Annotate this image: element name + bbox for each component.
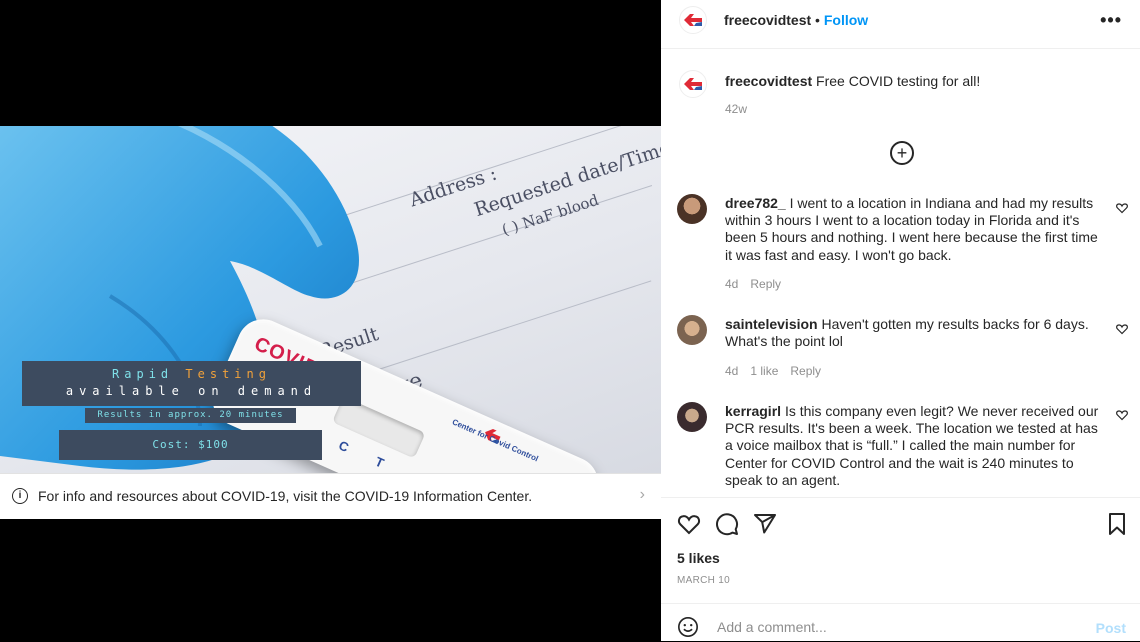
likes-count[interactable]: 5 likes xyxy=(677,550,720,566)
caption-username[interactable]: freecovidtest xyxy=(725,73,812,89)
post-header: freecovidtest • Follow ••• xyxy=(661,0,1140,49)
chevron-right-icon: › xyxy=(639,486,645,503)
comment-likes[interactable]: 1 like xyxy=(750,364,778,378)
comment-time: 4d xyxy=(725,364,739,378)
more-options-icon[interactable]: ••• xyxy=(1100,10,1122,31)
comment-input[interactable] xyxy=(715,614,1059,640)
banner-results-text: Results in approx. 20 minutes xyxy=(85,408,296,423)
caption-time: 42w xyxy=(725,102,748,116)
post-caption: freecovidtest Free COVID testing for all… xyxy=(725,72,1115,90)
bookmark-icon[interactable] xyxy=(1105,512,1129,536)
separator-dot: • xyxy=(815,12,820,28)
like-comment-icon[interactable] xyxy=(1116,202,1128,214)
commenter-avatar[interactable] xyxy=(677,194,707,224)
post-comment-button[interactable]: Post xyxy=(1096,620,1126,636)
emoji-icon[interactable] xyxy=(677,616,699,638)
comment-body: Is this company even legit? We never rec… xyxy=(725,403,1099,488)
follow-button[interactable]: Follow xyxy=(824,12,868,28)
cassette-brand: Center for Covid Control xyxy=(450,417,540,464)
reply-button[interactable]: Reply xyxy=(750,277,781,291)
covid-info-bar[interactable]: i For info and resources about COVID-19,… xyxy=(0,473,661,519)
like-comment-icon[interactable] xyxy=(1116,409,1128,421)
comment-username[interactable]: kerragirl xyxy=(725,403,781,419)
cassette-t-mark: T xyxy=(372,453,387,471)
info-icon: i xyxy=(12,488,28,504)
banner-rapid-text: Rapid xyxy=(112,367,186,381)
reply-button[interactable]: Reply xyxy=(790,364,821,378)
post-image[interactable]: Address : Requested date/Time ( ) NaF bl… xyxy=(0,126,661,473)
share-icon[interactable] xyxy=(753,512,777,536)
header-username[interactable]: freecovidtest xyxy=(724,12,811,28)
banner-cost-text: Cost: $100 xyxy=(59,430,322,460)
banner-availability-text: available on demand xyxy=(65,384,318,398)
comment-meta: 4d 1 like Reply xyxy=(725,364,833,378)
cross-logo-icon xyxy=(684,14,702,26)
comment-text: saintelevision Haven't gotten my results… xyxy=(725,316,1105,350)
rapid-testing-banner: Rapid Testing available on demand xyxy=(22,361,361,406)
comment-meta: 4d Reply xyxy=(725,277,793,291)
comment-icon[interactable] xyxy=(715,512,739,536)
add-comment-row: Post xyxy=(661,603,1140,642)
comment-username[interactable]: saintelevision xyxy=(725,316,818,332)
load-more-comments-icon[interactable]: + xyxy=(890,141,914,165)
post-media-panel: Address : Requested date/Time ( ) NaF bl… xyxy=(0,0,661,641)
account-avatar[interactable] xyxy=(679,6,707,34)
banner-testing-text: Testing xyxy=(185,367,271,381)
covid-info-text: For info and resources about COVID-19, v… xyxy=(38,488,533,504)
commenter-avatar[interactable] xyxy=(677,315,707,345)
comment-text: dree782_ I went to a location in Indiana… xyxy=(725,195,1105,264)
comment-time: 4d xyxy=(725,277,739,291)
like-comment-icon[interactable] xyxy=(1116,323,1128,335)
caption-avatar[interactable] xyxy=(679,70,707,98)
post-details-panel: freecovidtest • Follow ••• freecovidtest… xyxy=(661,0,1140,641)
like-post-icon[interactable] xyxy=(677,512,701,536)
comment-text: kerragirl Is this company even legit? We… xyxy=(725,403,1105,489)
cross-logo-icon xyxy=(684,78,702,90)
commenter-avatar[interactable] xyxy=(677,402,707,432)
cassette-c-mark: C xyxy=(336,437,352,456)
post-date: MARCH 10 xyxy=(677,575,730,586)
actions-divider xyxy=(661,497,1140,499)
comment-username[interactable]: dree782_ xyxy=(725,195,786,211)
caption-text: Free COVID testing for all! xyxy=(816,73,981,89)
